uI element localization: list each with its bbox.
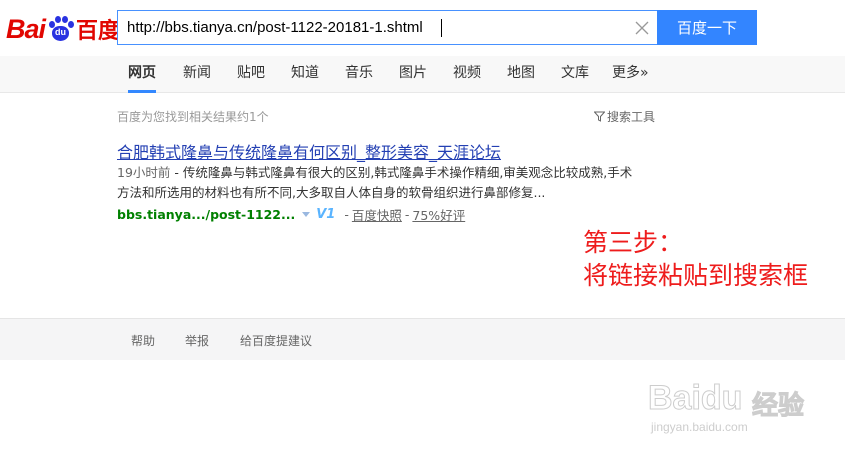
search-tools-label: 搜索工具 bbox=[607, 110, 656, 124]
close-icon[interactable] bbox=[634, 20, 650, 36]
tab-map[interactable]: 地图 bbox=[507, 56, 535, 93]
tab-video[interactable]: 视频 bbox=[453, 56, 481, 93]
footer: 帮助 举报 给百度提建议 bbox=[0, 318, 845, 360]
paw-icon: du bbox=[46, 15, 75, 43]
tab-web[interactable]: 网页 bbox=[128, 56, 156, 93]
tab-wenku[interactable]: 文库 bbox=[561, 56, 589, 93]
filter-icon bbox=[594, 111, 605, 122]
tab-more[interactable]: 更多» bbox=[612, 56, 649, 93]
watermark-cn: 经验 bbox=[751, 390, 805, 421]
separator: - bbox=[404, 207, 410, 222]
tab-music[interactable]: 音乐 bbox=[345, 56, 373, 93]
result-count: 百度为您找到相关结果约1个 bbox=[117, 110, 269, 124]
watermark-main: Baidu bbox=[647, 379, 743, 418]
separator: - bbox=[344, 207, 349, 222]
result-url[interactable]: bbs.tianya.../post-1122... bbox=[117, 207, 295, 222]
footer-feedback-link[interactable]: 给百度提建议 bbox=[240, 332, 312, 349]
search-button[interactable]: 百度一下 bbox=[657, 10, 757, 45]
result-abstract: 19小时前 - 传统隆鼻与韩式隆鼻有很大的区别,韩式隆鼻手术操作精细,审美观念比… bbox=[117, 163, 657, 203]
step-annotation: 第三步： 将链接粘贴到搜索框 bbox=[583, 226, 808, 292]
search-tools-button[interactable]: 搜索工具 bbox=[594, 108, 655, 125]
result-url-row: bbs.tianya.../post-1122... V1 - 百度快照 - 7… bbox=[117, 205, 465, 224]
logo-bai-text: Bai bbox=[6, 13, 46, 44]
logo-cn-text: 百度 bbox=[76, 19, 121, 44]
result-abstract-line2: 方法和所选用的材料也有所不同,大多取自人体自身的软骨组织进行鼻部修复... bbox=[117, 185, 546, 200]
logo-du-text: du bbox=[55, 27, 67, 37]
annotation-line1: 第三步： bbox=[583, 228, 684, 257]
nav-tabs: 网页 新闻 贴吧 知道 音乐 图片 视频 地图 文库 更多» bbox=[0, 56, 845, 93]
header: Bai du 百度 百度一下 bbox=[0, 0, 845, 56]
result-title-link[interactable]: 合肥韩式隆鼻与传统隆鼻有何区别_整形美容_天涯论坛 bbox=[117, 139, 501, 163]
result-abstract-line1: - 传统隆鼻与韩式隆鼻有很大的区别,韩式隆鼻手术操作精细,审美观念比较成熟,手术 bbox=[170, 165, 633, 180]
footer-report-link[interactable]: 举报 bbox=[185, 332, 209, 349]
baidu-logo[interactable]: Bai du 百度 bbox=[6, 12, 120, 46]
tab-tieba[interactable]: 贴吧 bbox=[237, 56, 265, 93]
tab-zhidao[interactable]: 知道 bbox=[291, 56, 319, 93]
text-caret bbox=[441, 19, 442, 37]
search-input[interactable] bbox=[118, 11, 618, 44]
tab-images[interactable]: 图片 bbox=[399, 56, 427, 93]
watermark-sub: jingyan.baidu.com bbox=[651, 420, 748, 434]
chevron-down-icon[interactable] bbox=[302, 211, 311, 218]
annotation-line2: 将链接粘贴到搜索框 bbox=[583, 261, 809, 290]
tab-news[interactable]: 新闻 bbox=[183, 56, 211, 93]
footer-help-link[interactable]: 帮助 bbox=[131, 332, 155, 349]
rating-link[interactable]: 75%好评 bbox=[412, 205, 465, 224]
baidu-jingyan-watermark: Baidu 经验 jingyan.baidu.com bbox=[647, 365, 838, 440]
result-time: 19小时前 bbox=[117, 165, 171, 180]
snapshot-link[interactable]: 百度快照 bbox=[352, 205, 402, 224]
v-badge[interactable]: V1 bbox=[316, 207, 335, 222]
search-box bbox=[117, 10, 658, 45]
